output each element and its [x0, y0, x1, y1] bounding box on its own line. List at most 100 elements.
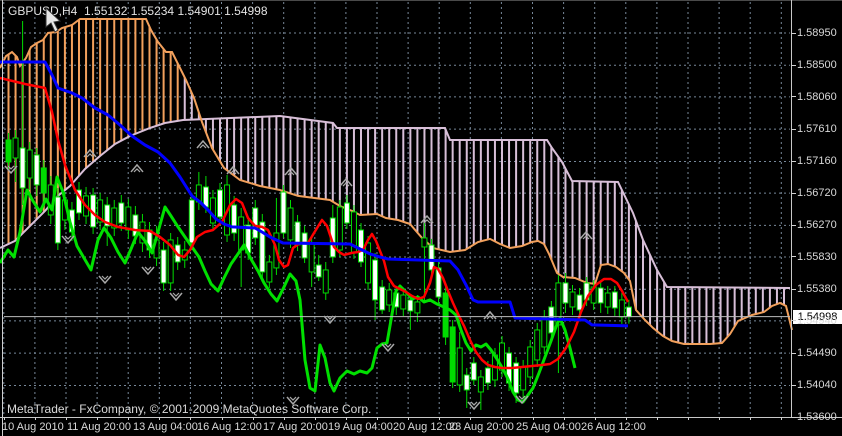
time-axis-tick	[221, 417, 223, 420]
price-axis-tick	[791, 32, 796, 34]
price-axis-tick	[791, 224, 796, 226]
candle-body	[358, 229, 364, 263]
price-axis-tick	[791, 128, 796, 130]
time-axis-tick	[656, 417, 658, 420]
time-axis-label: 19 Aug 04:00	[328, 421, 393, 433]
time-axis-tick	[719, 417, 721, 420]
time-axis-tick	[190, 417, 192, 420]
time-axis-tick	[470, 417, 472, 420]
time-axis-label: 23 Aug 20:00	[449, 421, 514, 433]
chart-canvas[interactable]	[0, 0, 842, 436]
candle-body	[449, 326, 456, 383]
time-axis-tick	[345, 417, 347, 420]
time-axis-tick	[594, 417, 596, 420]
time-axis-label: 17 Aug 20:00	[263, 421, 328, 433]
candle-body	[611, 291, 618, 309]
kijun-sen-line	[0, 60, 629, 328]
window-left-border	[2, 0, 3, 436]
time-axis-tick	[128, 417, 130, 420]
candle-body	[5, 139, 12, 163]
price-axis-tick	[791, 192, 796, 194]
candle-body	[400, 294, 407, 310]
candle-body	[625, 306, 632, 318]
price-axis-tick	[791, 384, 796, 386]
time-axis-tick	[66, 417, 67, 420]
time-axis-label: 10 Aug 2010	[2, 421, 64, 433]
candle-body	[33, 154, 40, 186]
price-axis-label: 1.54940	[797, 314, 837, 327]
candle-body	[372, 259, 379, 301]
candle-body	[160, 249, 167, 284]
candle-body	[26, 149, 33, 179]
price-axis-tick	[791, 288, 796, 290]
time-axis-tick	[314, 417, 316, 420]
fractal-down-arrow-icon	[470, 401, 478, 406]
candle-body	[294, 221, 301, 246]
candle-body	[12, 137, 19, 159]
mouse-cursor	[45, 6, 62, 33]
price-axis-tick	[791, 96, 796, 98]
candle-body	[379, 286, 386, 311]
time-axis-tick	[750, 417, 752, 420]
time-axis-label: 13 Aug 04:00	[133, 421, 198, 433]
candle-body	[520, 366, 527, 391]
price-axis-label: 1.58950	[797, 27, 837, 39]
price-axis-label: 1.56270	[797, 219, 837, 232]
candle-body	[54, 196, 61, 244]
price-axis-tick	[791, 352, 796, 354]
fractal-down-arrow-icon	[144, 266, 152, 271]
candle-body	[484, 367, 491, 384]
price-axis-label: 1.56720	[797, 187, 837, 200]
candle-body	[322, 269, 329, 294]
senkou-span-b-line	[0, 114, 791, 289]
time-axis-tick	[159, 417, 161, 420]
candle-body	[463, 374, 470, 391]
candle-body	[280, 191, 287, 234]
price-axis-label: 1.58060	[797, 90, 837, 103]
candle-body	[562, 282, 569, 304]
time-axis-tick	[688, 417, 689, 420]
fractal-down-arrow-icon	[289, 396, 297, 401]
time-axis-label: 16 Aug 12:00	[197, 421, 262, 433]
price-axis-tick	[791, 256, 796, 258]
time-axis-tick	[439, 417, 441, 420]
candle-body	[343, 202, 350, 224]
candle-body	[534, 329, 541, 361]
time-axis-tick	[34, 417, 36, 420]
candle-body	[287, 207, 294, 241]
price-axis-tick	[791, 320, 796, 322]
candle-body	[477, 376, 484, 393]
time-axis-tick	[97, 417, 99, 420]
price-axis-tick	[791, 64, 796, 66]
price-axis-label: 1.57160	[797, 155, 837, 168]
metatrader-chart-window: GBPUSD,H4 1.55132 1.55234 1.54901 1.5499…	[0, 0, 842, 436]
candle-body	[569, 291, 576, 308]
time-axis-tick	[781, 417, 783, 420]
copyright-label: MetaTrader - FxCompany, © 2001-2009 Meta…	[7, 402, 372, 416]
time-axis-label: 11 Aug 20:00	[67, 421, 132, 433]
time-axis-tick	[501, 417, 503, 420]
chart-plot-area[interactable]: GBPUSD,H4 1.55132 1.55234 1.54901 1.5499…	[0, 0, 842, 436]
price-axis-label: 1.57610	[797, 123, 837, 136]
time-axis-tick	[408, 417, 410, 420]
candle-body	[386, 289, 393, 306]
candle-body	[266, 261, 273, 283]
time-axis-tick	[532, 417, 534, 420]
candle-body	[40, 167, 47, 194]
time-axis-tick	[377, 417, 378, 420]
candle-body	[365, 242, 372, 284]
candle-body	[442, 292, 449, 338]
window-top-border	[0, 0, 842, 1]
price-axis-label: 1.54040	[797, 379, 837, 392]
fractal-down-arrow-icon	[384, 343, 392, 348]
candle-body	[118, 202, 125, 224]
candle-body	[604, 292, 611, 308]
price-axis-label: 1.54490	[797, 347, 837, 360]
price-axis-tick	[791, 416, 796, 418]
candle-body	[597, 287, 604, 304]
price-axis-label: 1.55380	[797, 283, 837, 296]
candle-body	[188, 199, 195, 244]
candle-body	[407, 299, 414, 312]
price-axis-label: 1.58500	[797, 59, 837, 72]
candle-body	[301, 232, 308, 259]
